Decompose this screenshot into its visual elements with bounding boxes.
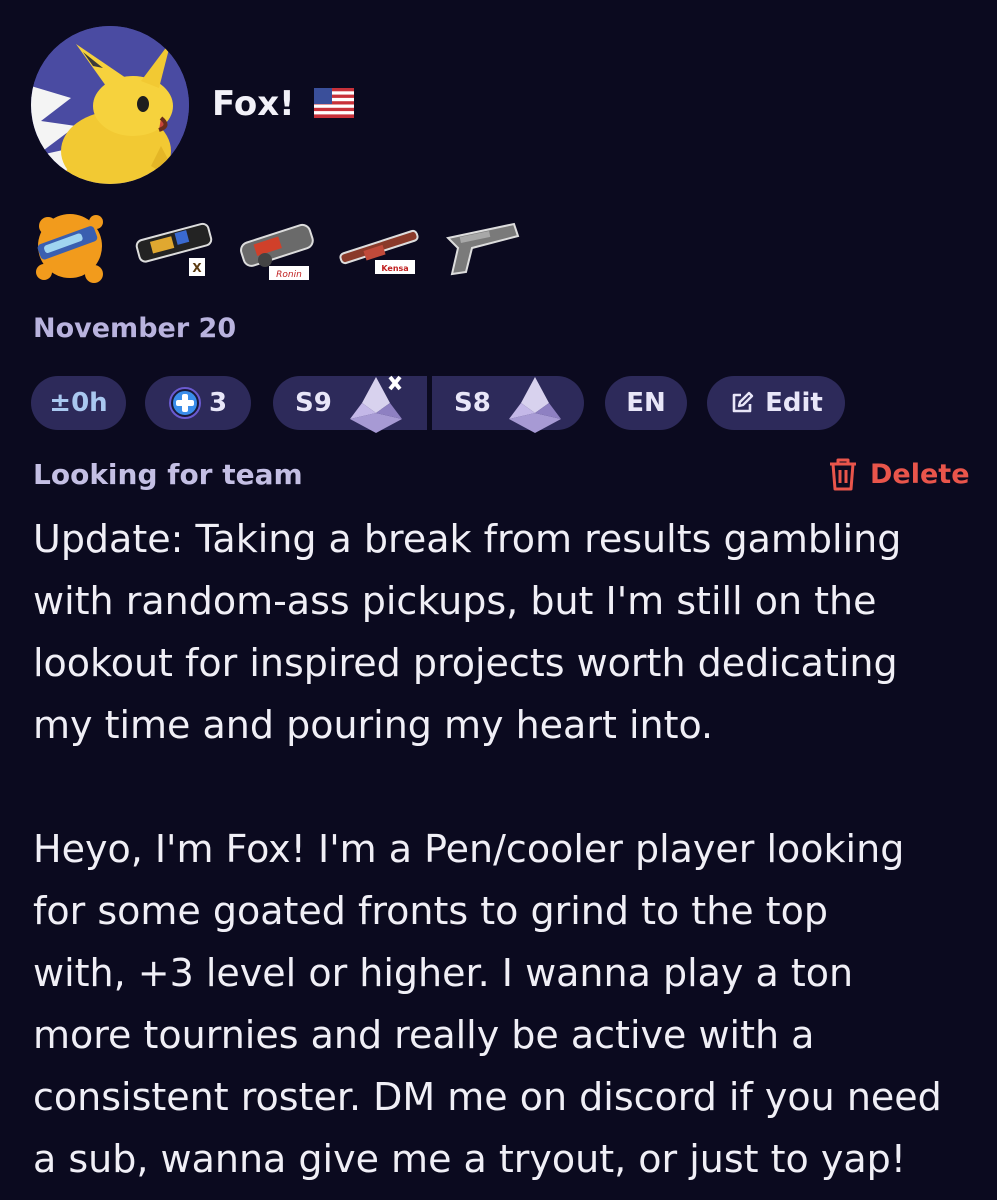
weapon-badge: X (192, 261, 202, 275)
us-flag-icon (314, 88, 354, 118)
rank-crystal-icon (349, 375, 402, 433)
weapon-pool: X Ronin Kensa (30, 200, 530, 290)
jolteon-avatar-icon (31, 26, 189, 184)
post-status: Looking for team (33, 458, 303, 491)
edit-icon (732, 391, 754, 413)
blaster-icon (445, 222, 520, 276)
season-rank-s9: S9 (273, 375, 427, 433)
season-rank-s8: S8 (432, 376, 584, 433)
nautilus-icon: Ronin (240, 223, 314, 280)
language-badge: EN (605, 376, 687, 430)
delete-button[interactable]: Delete (826, 456, 970, 492)
timezone-badge: ±0h (31, 376, 126, 430)
post-body: Update: Taking a break from results gamb… (33, 517, 942, 1181)
username: Fox! (212, 84, 295, 124)
charger-icon: Kensa (339, 229, 419, 274)
rank-crystal-icon (508, 377, 561, 433)
timezone-label: ±0h (49, 388, 108, 418)
plus-server-icon (168, 387, 201, 419)
season-label: S8 (454, 388, 491, 418)
avatar[interactable] (31, 26, 189, 184)
plus-level-badge: 3 (145, 376, 251, 430)
weapon-badge: Ronin (276, 270, 302, 280)
delete-label: Delete (870, 458, 970, 490)
weapon-badge: Kensa (381, 264, 408, 273)
season-label: S9 (295, 388, 332, 418)
edit-label: Edit (765, 388, 823, 418)
edit-button[interactable]: Edit (707, 376, 845, 430)
heavy-splatling-icon: X (135, 222, 213, 276)
plus-level-label: 3 (208, 388, 228, 418)
profile-date: November 20 (33, 313, 237, 344)
language-label: EN (626, 388, 666, 418)
trash-icon (830, 458, 856, 491)
splattershot-icon (36, 214, 103, 283)
